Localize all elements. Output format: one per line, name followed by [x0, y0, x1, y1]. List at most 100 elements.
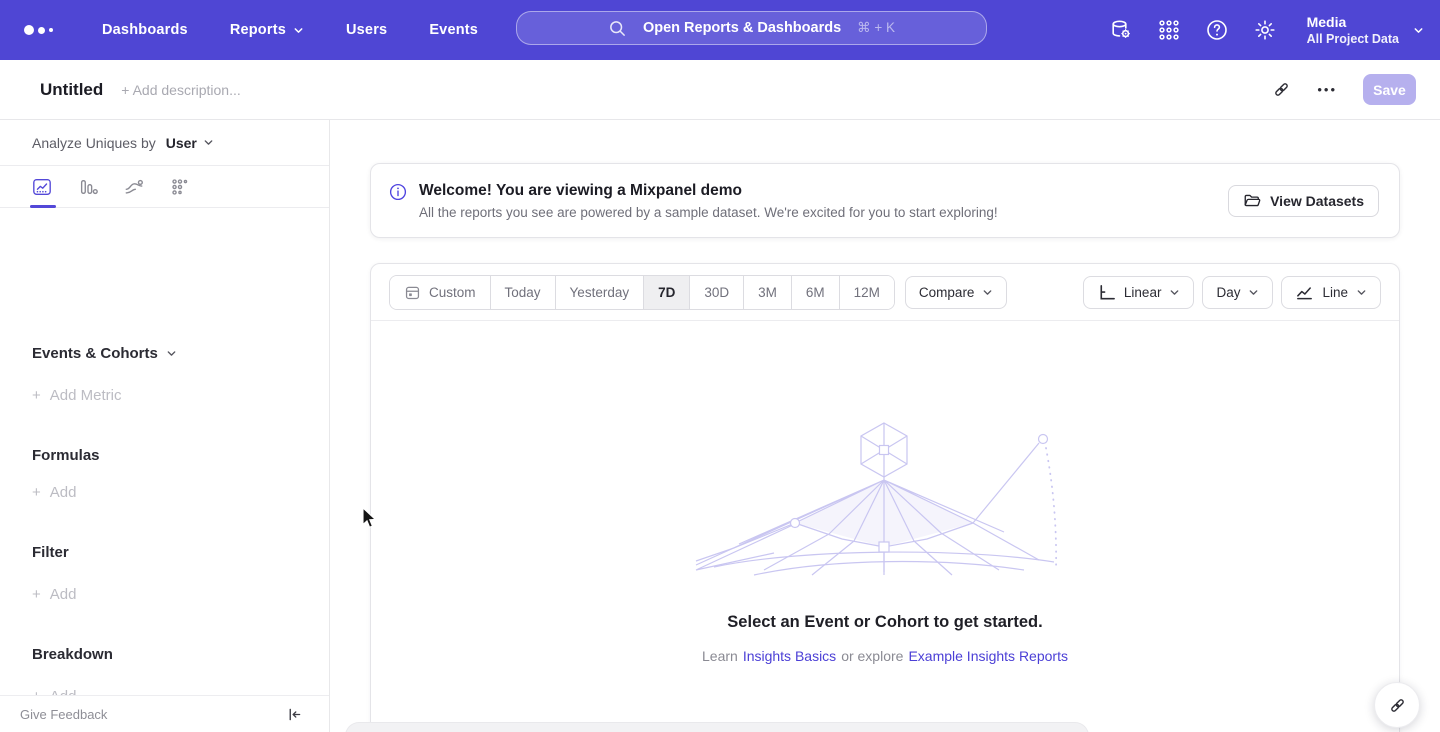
plus-icon: + — [32, 387, 41, 404]
collapse-sidebar-icon[interactable] — [286, 706, 303, 723]
results-panel-top-edge[interactable] — [345, 722, 1089, 732]
compare-button[interactable]: Compare — [905, 276, 1008, 309]
nav-label: Users — [346, 22, 387, 38]
chevron-down-icon — [1413, 25, 1424, 36]
analyze-row: Analyze Uniques by User — [0, 120, 329, 166]
search-placeholder: Open Reports & Dashboards — [643, 20, 841, 36]
nav-item-reports[interactable]: Reports — [230, 22, 304, 38]
top-navbar: Dashboards Reports Users Events Open Rep… — [0, 0, 1440, 60]
search-shortcut: ⌘ + K — [857, 20, 895, 36]
add-formula-button[interactable]: + Add — [32, 484, 76, 501]
add-metric-button[interactable]: + Add Metric — [32, 387, 121, 404]
range-label: Custom — [429, 285, 476, 300]
range-label: 7D — [658, 285, 675, 300]
navbar-right: Media All Project Data — [1109, 0, 1424, 60]
analyze-value-label: User — [166, 135, 197, 151]
add-label: Add — [50, 484, 77, 501]
granularity-selector-button[interactable]: Day — [1202, 276, 1273, 309]
empty-state-title: Select an Event or Cohort to get started… — [370, 613, 1400, 632]
breakdown-header: Breakdown — [32, 646, 113, 663]
sidebar-footer: Give Feedback — [0, 695, 329, 732]
project-labels: Media All Project Data — [1307, 14, 1399, 47]
plus-icon: + — [32, 484, 41, 501]
more-options-icon[interactable]: ••• — [1317, 82, 1337, 97]
settings-gear-icon[interactable] — [1253, 18, 1277, 42]
view-datasets-button[interactable]: View Datasets — [1228, 185, 1379, 217]
learn-label: Learn — [702, 648, 738, 664]
chevron-down-icon — [1356, 287, 1367, 298]
chart-controls-row: Custom Today Yesterday 7D 30D 3M 6M 12M … — [371, 264, 1399, 321]
range-yesterday[interactable]: Yesterday — [556, 276, 645, 309]
nav-item-events[interactable]: Events — [429, 22, 478, 38]
range-30d[interactable]: 30D — [690, 276, 744, 309]
report-title-bar: Untitled + Add description... ••• Save — [0, 60, 1440, 120]
save-button[interactable]: Save — [1363, 74, 1416, 105]
report-title[interactable]: Untitled — [40, 80, 103, 100]
granularity-label: Day — [1216, 285, 1240, 300]
chevron-down-icon — [293, 25, 304, 36]
give-feedback-link[interactable]: Give Feedback — [20, 707, 107, 722]
global-search-input[interactable]: Open Reports & Dashboards ⌘ + K — [516, 11, 987, 45]
project-switcher[interactable]: Media All Project Data — [1307, 14, 1424, 47]
range-label: 12M — [854, 285, 880, 300]
empty-state-subtitle: Learn Insights Basics or explore Example… — [370, 648, 1400, 664]
analyze-prefix-label: Analyze Uniques by — [32, 135, 156, 151]
nav-item-users[interactable]: Users — [346, 22, 387, 38]
nav-item-dashboards[interactable]: Dashboards — [102, 22, 188, 38]
analyze-by-selector[interactable]: User — [166, 135, 214, 151]
search-icon — [608, 19, 627, 38]
range-label: 3M — [758, 285, 777, 300]
range-label: 6M — [806, 285, 825, 300]
range-7d[interactable]: 7D — [644, 276, 690, 309]
or-explore-label: or explore — [841, 648, 903, 664]
chart-type-selector-button[interactable]: Line — [1281, 276, 1381, 309]
axis-icon — [1097, 283, 1116, 302]
breakdown-label: Breakdown — [32, 646, 113, 663]
formulas-header: Formulas — [32, 447, 100, 464]
insights-basics-link[interactable]: Insights Basics — [743, 648, 836, 664]
chevron-down-icon — [982, 287, 993, 298]
compare-label: Compare — [919, 285, 975, 300]
add-metric-label: Add Metric — [50, 387, 122, 404]
copy-link-icon[interactable] — [1272, 80, 1291, 99]
floating-share-button[interactable] — [1374, 682, 1420, 728]
apps-grid-icon[interactable] — [1157, 18, 1181, 42]
welcome-banner: Welcome! You are viewing a Mixpanel demo… — [370, 163, 1400, 238]
range-today[interactable]: Today — [491, 276, 556, 309]
metric-type-tabs — [0, 166, 329, 208]
project-name: Media — [1307, 14, 1399, 31]
example-reports-link[interactable]: Example Insights Reports — [908, 648, 1068, 664]
chevron-down-icon — [1169, 287, 1180, 298]
calendar-icon — [404, 284, 421, 301]
range-custom[interactable]: Custom — [390, 276, 491, 309]
data-management-icon[interactable] — [1109, 18, 1133, 42]
add-label: Add — [50, 586, 77, 603]
scale-selector-button[interactable]: Linear — [1083, 276, 1195, 309]
events-cohorts-label: Events & Cohorts — [32, 345, 158, 362]
chart-display-controls: Linear Day Line — [1083, 276, 1381, 309]
range-3m[interactable]: 3M — [744, 276, 792, 309]
range-12m[interactable]: 12M — [840, 276, 894, 309]
tab-retention-icon[interactable] — [170, 177, 190, 197]
empty-state-illustration — [694, 420, 1074, 578]
selected-tab-underline — [30, 205, 56, 208]
formulas-label: Formulas — [32, 447, 100, 464]
range-label: Yesterday — [570, 285, 630, 300]
banner-title: Welcome! You are viewing a Mixpanel demo — [419, 182, 1228, 200]
chevron-down-icon — [1248, 287, 1259, 298]
add-description-field[interactable]: + Add description... — [121, 82, 240, 98]
add-filter-button[interactable]: + Add — [32, 586, 76, 603]
tab-insights-chart-icon[interactable] — [32, 177, 52, 197]
project-scope: All Project Data — [1307, 31, 1399, 47]
date-range-segmented-control: Custom Today Yesterday 7D 30D 3M 6M 12M — [389, 275, 895, 310]
events-cohorts-header[interactable]: Events & Cohorts — [32, 345, 177, 362]
mixpanel-logo-dots-icon[interactable] — [24, 25, 64, 35]
help-icon[interactable] — [1205, 18, 1229, 42]
tab-bar-chart-icon[interactable] — [78, 177, 98, 197]
tab-flows-icon[interactable] — [124, 177, 144, 197]
chevron-down-icon — [166, 348, 177, 359]
range-label: Today — [505, 285, 541, 300]
range-6m[interactable]: 6M — [792, 276, 840, 309]
banner-subtitle: All the reports you see are powered by a… — [419, 205, 1228, 220]
folder-icon — [1243, 192, 1261, 210]
